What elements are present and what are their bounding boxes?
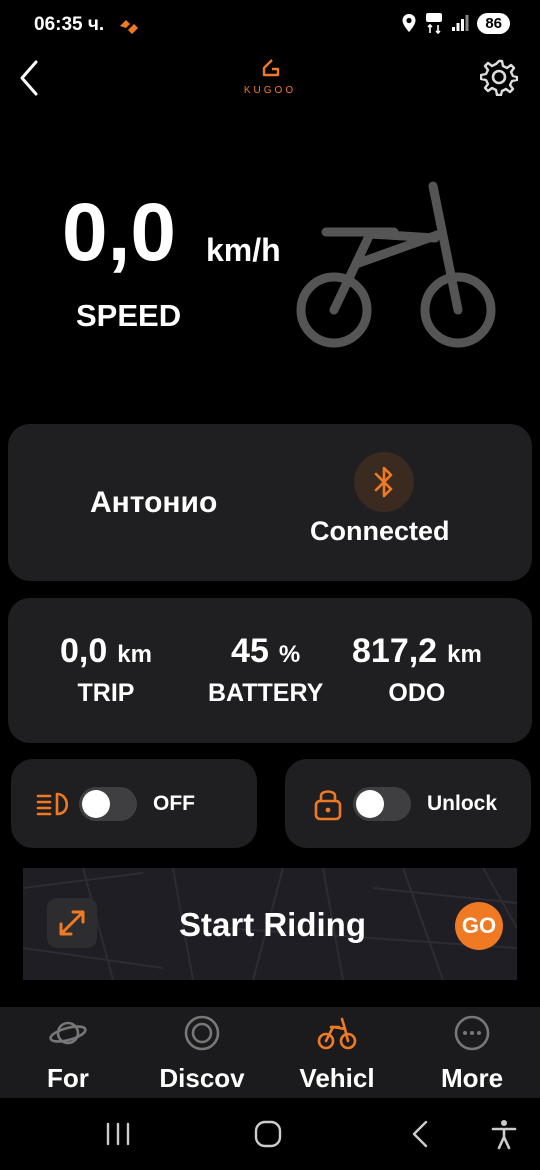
more-dots-icon [454,1015,490,1051]
speed-label: SPEED [76,298,182,333]
bluetooth-status[interactable] [354,452,414,512]
nav-label-discover: Discov [159,1063,245,1093]
status-bar: 06:35 ч. 86 [0,0,540,52]
trip-value: 0,0 [60,632,108,670]
stats-card: 0,0 km TRIP 45% BATTERY 817,2 km ODO [8,598,532,743]
system-back-icon[interactable] [404,1118,436,1150]
settings-gear-icon[interactable] [480,58,518,96]
bike-icon [317,1017,357,1050]
kugoo-logo-mark [262,59,280,77]
kugoo-logo: KUGOO [230,58,310,98]
stat-odo: 817,2 km ODO [352,632,482,708]
nav-item-for[interactable]: For [8,1013,128,1093]
stat-battery: 45% BATTERY [208,632,323,708]
stat-trip: 0,0 km TRIP [60,632,152,708]
kugoo-wordmark: KUGOO [243,85,297,96]
battery-label: BATTERY [208,679,324,707]
app-header: KUGOO [0,52,540,104]
location-icon [402,14,416,32]
nav-item-more[interactable]: More [412,1013,532,1093]
planet-icon [49,1021,87,1045]
nav-label-for: For [47,1063,89,1093]
network-5g-icon [426,13,443,34]
app-notification-icon [120,20,138,34]
headlight-toggle-knob [82,790,110,818]
status-time: 06:35 ч. [34,14,105,35]
bottom-nav: For Discov Vehicl More [0,1007,540,1098]
system-nav-bar [0,1098,540,1170]
device-name: Антонио [90,486,218,519]
nav-label-vehicle: Vehicl [299,1063,375,1093]
expand-button[interactable] [47,898,97,948]
odo-label: ODO [388,679,446,707]
lock-toggle[interactable] [353,787,411,821]
lock-toggle-knob [356,790,384,818]
signal-icon [452,15,469,31]
battery-value: 45 [231,632,269,670]
lock-card: Unlock [285,759,531,848]
back-button[interactable] [14,56,42,100]
start-riding-card[interactable]: Start Riding GO [23,868,517,980]
device-card: Антонио Connected [8,424,532,581]
nav-item-discover[interactable]: Discov [142,1013,262,1093]
speed-unit: km/h [206,232,281,268]
bike-illustration [296,181,496,348]
battery-unit: % [278,641,301,668]
start-riding-label: Start Riding [179,906,366,943]
recent-apps-icon[interactable] [102,1118,134,1150]
headlight-state: OFF [153,792,195,815]
connection-status: Connected [310,516,450,546]
trip-unit: km [117,641,152,668]
lock-state: Unlock [427,792,498,815]
expand-arrows-icon [59,910,85,936]
odo-unit: km [447,641,482,668]
speed-value: 0,0 [62,187,176,278]
go-button[interactable]: GO [455,902,503,950]
bluetooth-icon [374,466,393,498]
trip-label: TRIP [77,679,135,707]
headlight-toggle[interactable] [79,787,137,821]
target-icon [184,1015,220,1051]
lock-icon [314,790,342,821]
battery-indicator: 86 [477,12,510,34]
nav-label-more: More [440,1063,504,1093]
headlight-card: OFF [11,759,257,848]
accessibility-icon[interactable] [488,1118,520,1150]
odo-value: 817,2 [352,632,438,670]
home-icon[interactable] [252,1118,284,1150]
headlight-icon [36,792,69,816]
nav-item-vehicle[interactable]: Vehicl [277,1013,397,1093]
status-indicators: 86 [401,12,510,34]
